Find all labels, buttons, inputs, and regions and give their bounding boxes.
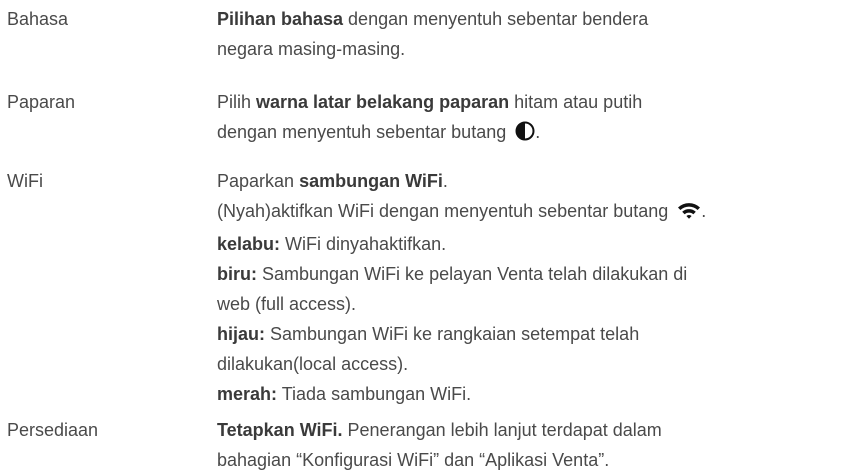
text: . (701, 201, 707, 221)
term-label: Paparan (7, 92, 76, 112)
text: dengan menyentuh sebentar bendera (343, 9, 649, 29)
bold-text: hijau: (217, 324, 265, 344)
description-line: negara masing-masing. (217, 34, 847, 64)
description-line: Pilihan bahasa dengan menyentuh sebentar… (217, 4, 847, 34)
description-line: dengan menyentuh sebentar butang . (217, 117, 847, 150)
text: . (535, 122, 541, 142)
text: (Nyah)aktifkan WiFi dengan menyentuh seb… (217, 201, 674, 221)
text: . (442, 171, 448, 191)
term-label: WiFi (7, 171, 43, 191)
contrast-icon (515, 120, 535, 150)
description-line: (Nyah)aktifkan WiFi dengan menyentuh seb… (217, 196, 847, 229)
bold-text: merah: (217, 384, 278, 404)
text: bahagian “Konfigurasi WiFi” dan “Aplikas… (217, 450, 610, 470)
description-line: merah: Tiada sambungan WiFi. (217, 379, 847, 409)
bold-text: Tetapkan WiFi. (217, 420, 343, 440)
description: Pilihan bahasa dengan menyentuh sebentar… (217, 4, 847, 64)
description-line: biru: Sambungan WiFi ke pelayan Venta te… (217, 259, 847, 289)
bold-text: Pilihan bahasa (217, 9, 344, 29)
description-line: web (full access). (217, 289, 847, 319)
wifi-icon (677, 199, 701, 229)
term-label: Persediaan (7, 420, 99, 440)
text: Paparkan (217, 171, 300, 191)
text: Sambungan WiFi ke rangkaian setempat tel… (265, 324, 640, 344)
bold-text: kelabu: (217, 234, 281, 254)
text: dengan menyentuh sebentar butang (217, 122, 512, 142)
text: hitam atau putih (509, 92, 643, 112)
bold-text: sambungan WiFi (299, 171, 443, 191)
description-line: Paparkan sambungan WiFi. (217, 166, 847, 196)
text: dilakukan(local access). (217, 354, 409, 374)
term-label: Bahasa (7, 9, 69, 29)
description: Tetapkan WiFi. Penerangan lebih lanjut t… (217, 415, 847, 475)
description-line: kelabu: WiFi dinyahaktifkan. (217, 229, 847, 259)
description-line: dilakukan(local access). (217, 349, 847, 379)
bold-text: warna latar belakang paparan (256, 92, 510, 112)
text: Pilih (217, 92, 257, 112)
description-line: hijau: Sambungan WiFi ke rangkaian setem… (217, 319, 847, 349)
text: Penerangan lebih lanjut terdapat dalam (342, 420, 662, 440)
description: Pilih warna latar belakang paparan hitam… (217, 87, 847, 150)
description: Paparkan sambungan WiFi. (Nyah)aktifkan W… (217, 166, 847, 409)
text: negara masing-masing. (217, 39, 406, 59)
description-line: Pilih warna latar belakang paparan hitam… (217, 87, 847, 117)
text: Tiada sambungan WiFi. (277, 384, 472, 404)
description-line: bahagian “Konfigurasi WiFi” dan “Aplikas… (217, 445, 847, 475)
text: Sambungan WiFi ke pelayan Venta telah di… (257, 264, 688, 284)
text: web (full access). (217, 294, 357, 314)
description-line: Tetapkan WiFi. Penerangan lebih lanjut t… (217, 415, 847, 445)
text: WiFi dinyahaktifkan. (280, 234, 447, 254)
bold-text: biru: (217, 264, 257, 284)
